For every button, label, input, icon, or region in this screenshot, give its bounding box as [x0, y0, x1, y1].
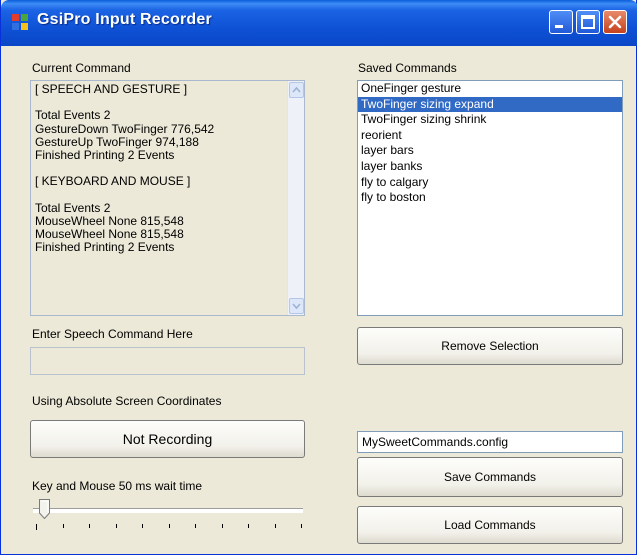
title-bar[interactable]: GsiPro Input Recorder	[1, 0, 637, 46]
speech-command-label: Enter Speech Command Here	[32, 327, 193, 341]
saved-commands-label: Saved Commands	[358, 61, 457, 75]
speech-command-input[interactable]	[30, 347, 305, 375]
slider-tick	[301, 524, 302, 528]
slider-tick	[221, 524, 223, 528]
minimize-icon	[555, 25, 563, 28]
wait-time-slider-track[interactable]	[33, 508, 303, 513]
saved-command-item[interactable]: fly to boston	[358, 190, 622, 206]
command-line: [ SPEECH AND GESTURE ]	[35, 82, 188, 96]
current-command-textarea[interactable]: [ SPEECH AND GESTURE ] Total Events 2 Gest…	[30, 80, 305, 316]
saved-command-item[interactable]: reorient	[358, 128, 622, 144]
close-icon	[608, 15, 622, 29]
saved-command-item[interactable]: TwoFinger sizing shrink	[358, 112, 622, 128]
saved-command-item[interactable]: layer bars	[358, 143, 622, 159]
command-line: Total Events 2	[35, 108, 111, 123]
scroll-up-arrow[interactable]	[289, 82, 304, 98]
slider-tick	[168, 524, 170, 528]
minimize-button[interactable]	[549, 10, 573, 34]
maximize-icon	[581, 15, 595, 29]
slider-tick	[89, 524, 90, 528]
remove-selection-button[interactable]: Remove Selection	[357, 327, 623, 365]
saved-command-item[interactable]: fly to calgary	[358, 175, 622, 191]
slider-tick	[248, 524, 249, 528]
slider-tick	[195, 524, 196, 528]
load-commands-button[interactable]: Load Commands	[357, 506, 623, 544]
coordinates-label: Using Absolute Screen Coordinates	[32, 394, 222, 408]
slider-tick	[115, 524, 117, 528]
config-filename-input[interactable]: MySweetCommands.config	[357, 431, 623, 453]
chevron-down-icon	[292, 303, 301, 310]
save-commands-button[interactable]: Save Commands	[357, 457, 623, 497]
command-line: [ KEYBOARD AND MOUSE ]	[35, 174, 191, 189]
window-title: GsiPro Input Recorder	[37, 11, 212, 28]
command-line	[35, 189, 280, 202]
app-window: GsiPro Input Recorder Current Command [ …	[0, 0, 637, 555]
slider-tick	[36, 524, 37, 530]
current-command-text: [ SPEECH AND GESTURE ] Total Events 2 Gest…	[35, 82, 280, 255]
current-command-label: Current Command	[32, 61, 131, 75]
saved-commands-list[interactable]: OneFinger gesture TwoFinger sizing expand…	[357, 80, 623, 316]
chevron-up-icon	[292, 86, 301, 93]
app-icon	[12, 14, 28, 30]
command-line: GestureDown TwoFinger 776,542	[35, 121, 215, 136]
close-button[interactable]	[603, 10, 627, 34]
saved-command-item[interactable]: OneFinger gesture	[358, 81, 622, 97]
scroll-down-arrow[interactable]	[289, 298, 304, 314]
maximize-button[interactable]	[576, 10, 600, 34]
slider-tick	[142, 524, 143, 528]
command-line: Finished Printing 2 Events	[35, 240, 175, 255]
saved-command-item[interactable]: TwoFinger sizing expand	[358, 96, 622, 113]
slider-tick	[274, 524, 276, 528]
wait-time-label: Key and Mouse 50 ms wait time	[32, 479, 203, 493]
slider-thumb[interactable]	[39, 499, 50, 519]
slider-tick	[62, 524, 64, 528]
command-line: Total Events 2	[35, 200, 111, 215]
saved-command-item[interactable]: layer banks	[358, 159, 622, 175]
command-line: GestureUp TwoFinger 974,188	[35, 134, 199, 149]
record-toggle-button[interactable]: Not Recording	[30, 420, 305, 458]
command-line: Finished Printing 2 Events	[35, 147, 175, 162]
command-scrollbar[interactable]	[287, 81, 304, 315]
